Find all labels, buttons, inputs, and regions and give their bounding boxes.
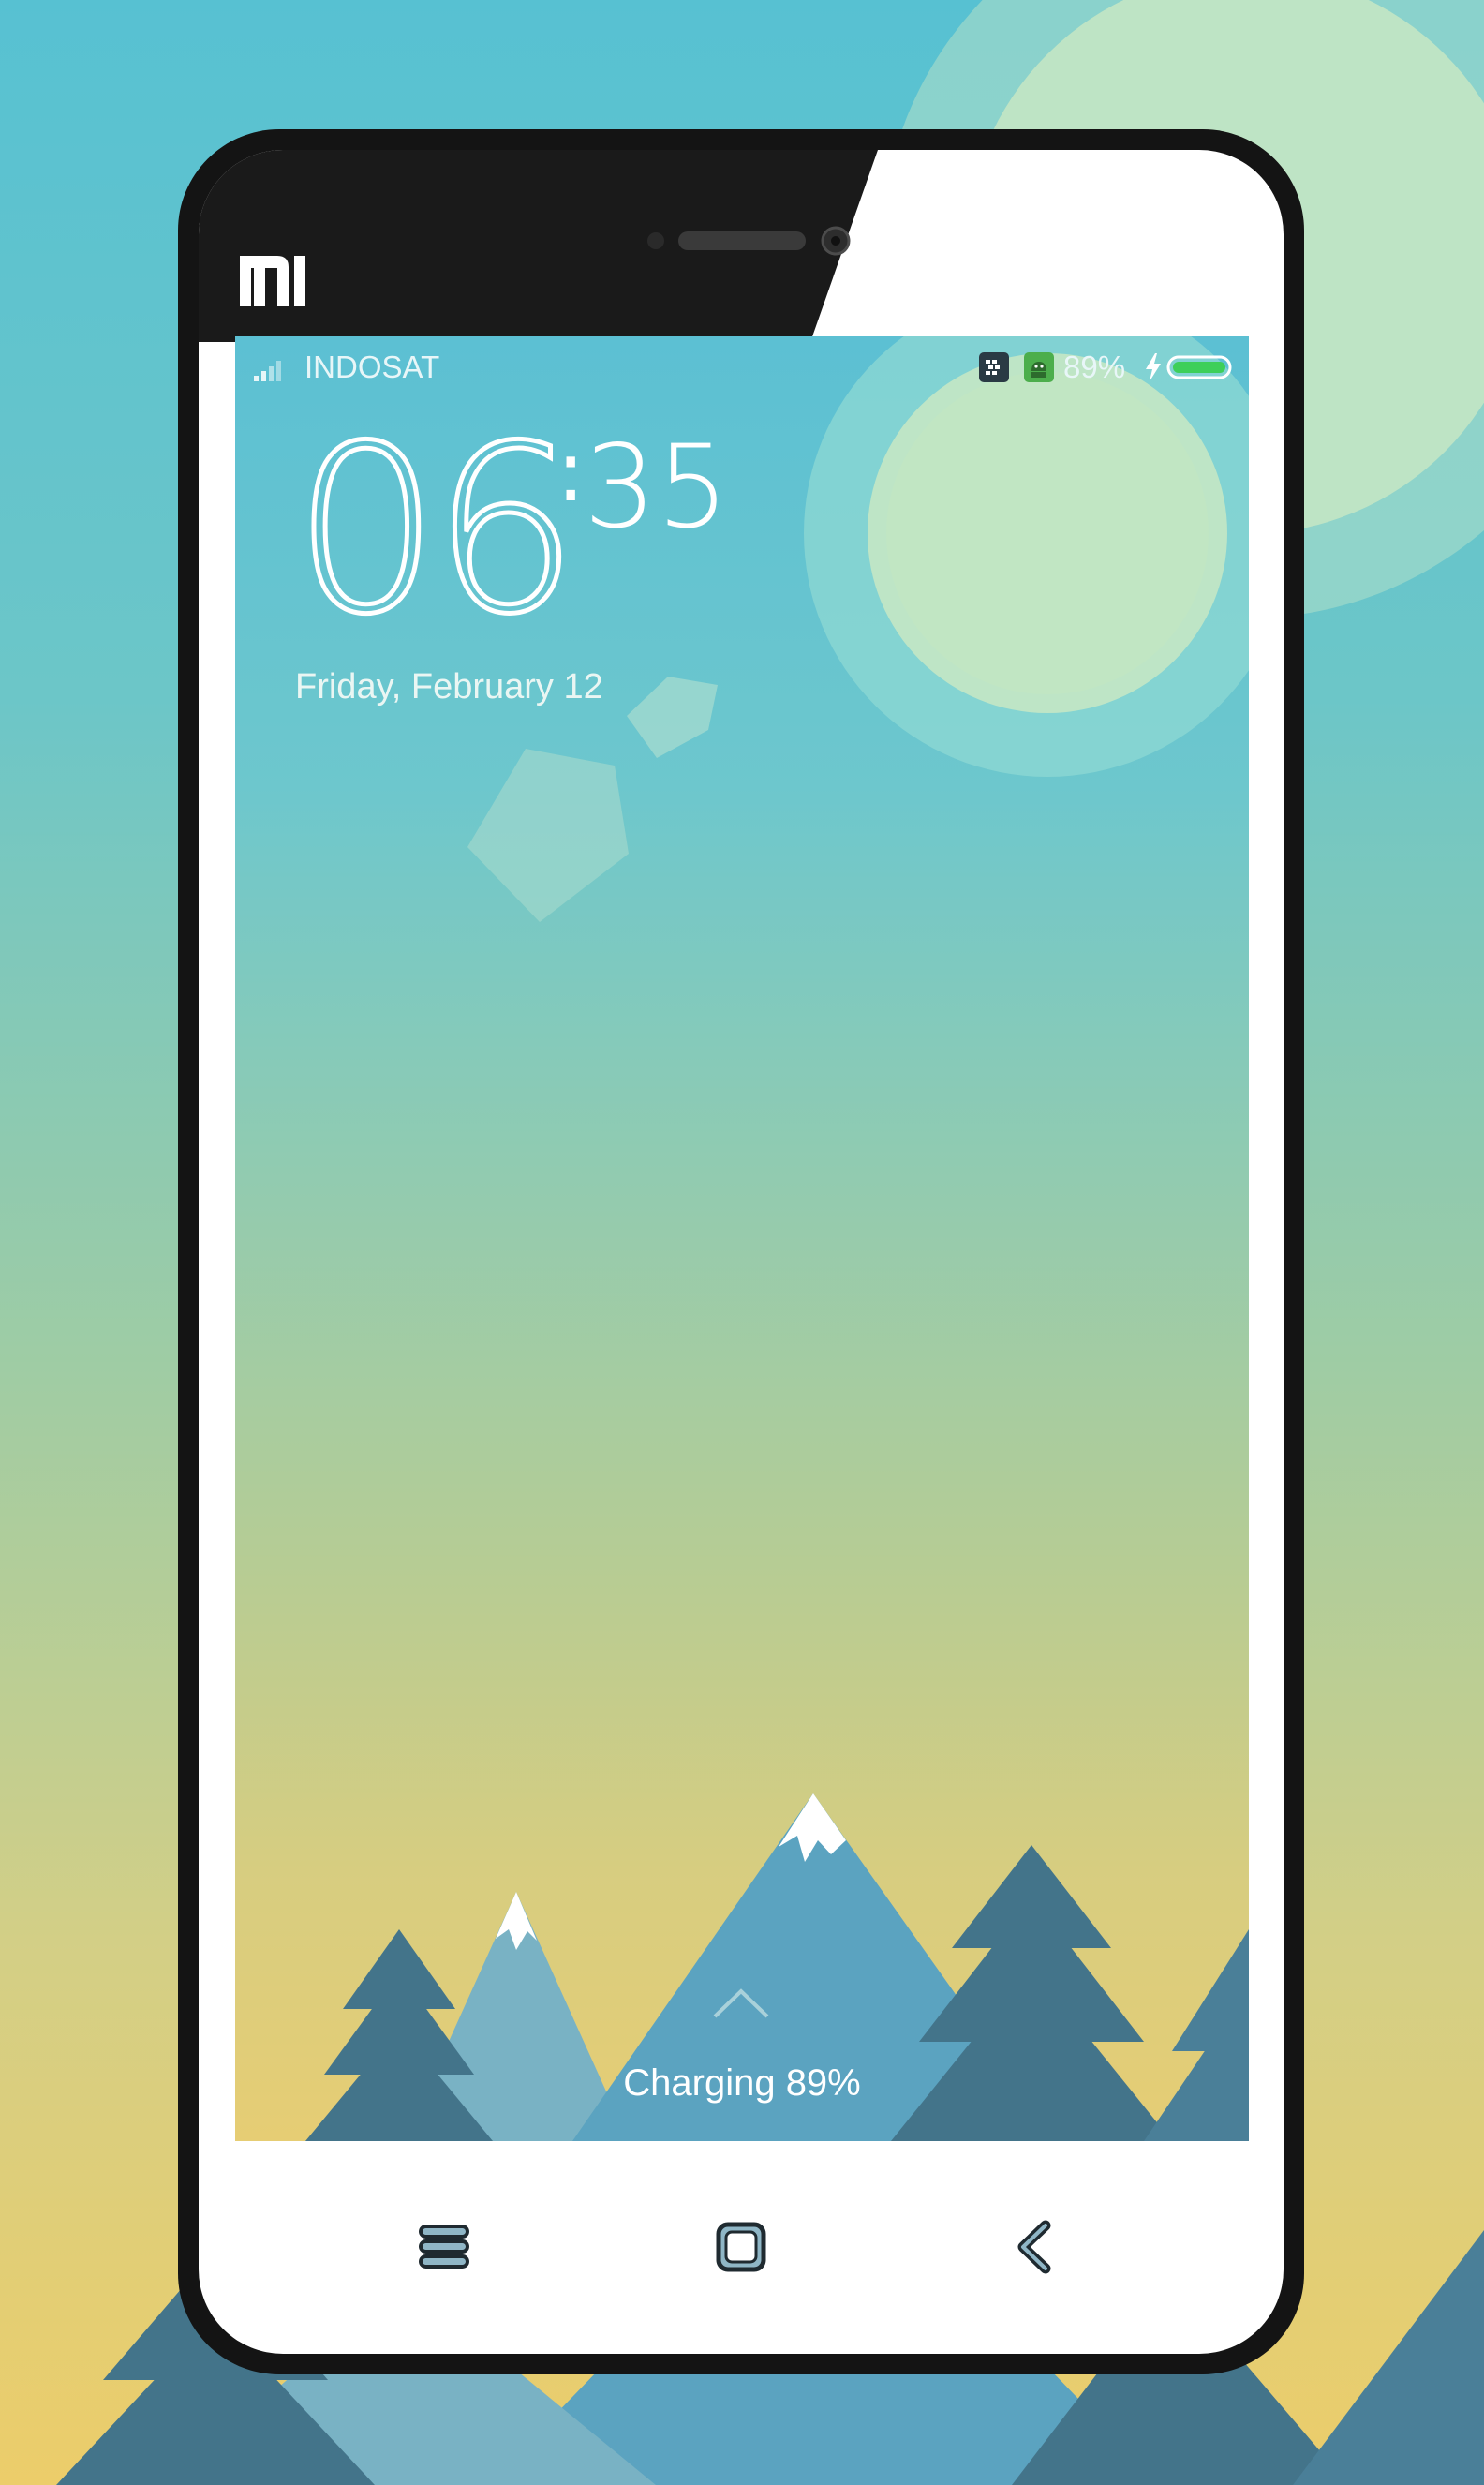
lock-screen[interactable]: INDOSAT 89% 06 : 35 Friday, February 12 … <box>235 336 1249 2141</box>
top-bezel <box>199 150 878 342</box>
navigation-bar <box>199 2141 1284 2329</box>
wallpaper-tree <box>1172 1929 1249 2051</box>
signal-icon <box>254 361 281 381</box>
earpiece-speaker <box>678 231 806 250</box>
clock-separator: : <box>556 423 586 521</box>
clock-minute: 35 <box>584 421 730 554</box>
android-icon <box>1024 352 1054 382</box>
wallpaper-tree <box>952 1845 1111 1948</box>
back-icon[interactable] <box>1002 2214 1068 2280</box>
background-tree <box>1293 2230 1484 2485</box>
charging-bolt-icon <box>1146 353 1161 381</box>
wallpaper-pentagon <box>467 749 629 922</box>
home-icon[interactable] <box>708 2214 774 2280</box>
wallpaper-tree <box>343 1929 455 2009</box>
proximity-sensor <box>647 232 664 249</box>
clock-hour: 06 <box>290 397 581 665</box>
date-label: Friday, February 12 <box>295 667 603 707</box>
charging-status: Charging 89% <box>623 2062 861 2104</box>
battery-percent: 89% <box>1063 350 1126 384</box>
battery-icon <box>1166 355 1232 379</box>
wallpaper-pentagon <box>627 677 718 758</box>
carrier-name: INDOSAT <box>304 350 440 384</box>
menu-icon[interactable] <box>411 2214 477 2280</box>
bbm-icon <box>979 352 1009 382</box>
